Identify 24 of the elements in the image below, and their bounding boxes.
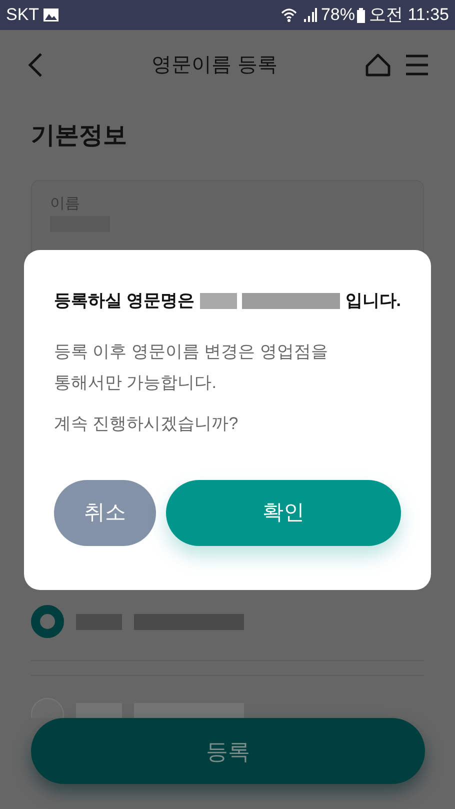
menu-icon[interactable]: [405, 54, 429, 76]
dialog-body: 등록 이후 영문이름 변경은 영업점을 통해서만 가능합니다.: [54, 340, 329, 394]
dialog-question: 계속 진행하시겠습니까?: [54, 412, 240, 434]
register-button[interactable]: 등록: [31, 718, 425, 784]
back-icon[interactable]: [26, 52, 44, 78]
wifi-icon: [280, 7, 297, 23]
dialog-message: 등록하실 영문명은: [54, 290, 195, 312]
radio-button[interactable]: [31, 698, 64, 718]
signal-icon: [302, 8, 317, 22]
battery-icon: [356, 8, 365, 22]
redacted-block: [200, 292, 238, 309]
home-icon[interactable]: [365, 53, 391, 77]
dialog-message: 입니다.: [345, 290, 401, 312]
confirm-button[interactable]: 확인: [166, 480, 401, 546]
page-title: 영문이름 등록: [152, 53, 278, 78]
redacted-block: [76, 614, 122, 630]
image-icon: [43, 8, 60, 22]
battery-percent: 78%: [320, 4, 355, 26]
carrier-text: SKT: [6, 4, 40, 26]
section-title: 기본정보: [31, 121, 128, 151]
redacted-block: [76, 703, 122, 718]
cancel-button[interactable]: 취소: [54, 480, 156, 546]
radio-button[interactable]: [31, 605, 64, 638]
clock-text: 오전 11:35: [368, 4, 449, 26]
